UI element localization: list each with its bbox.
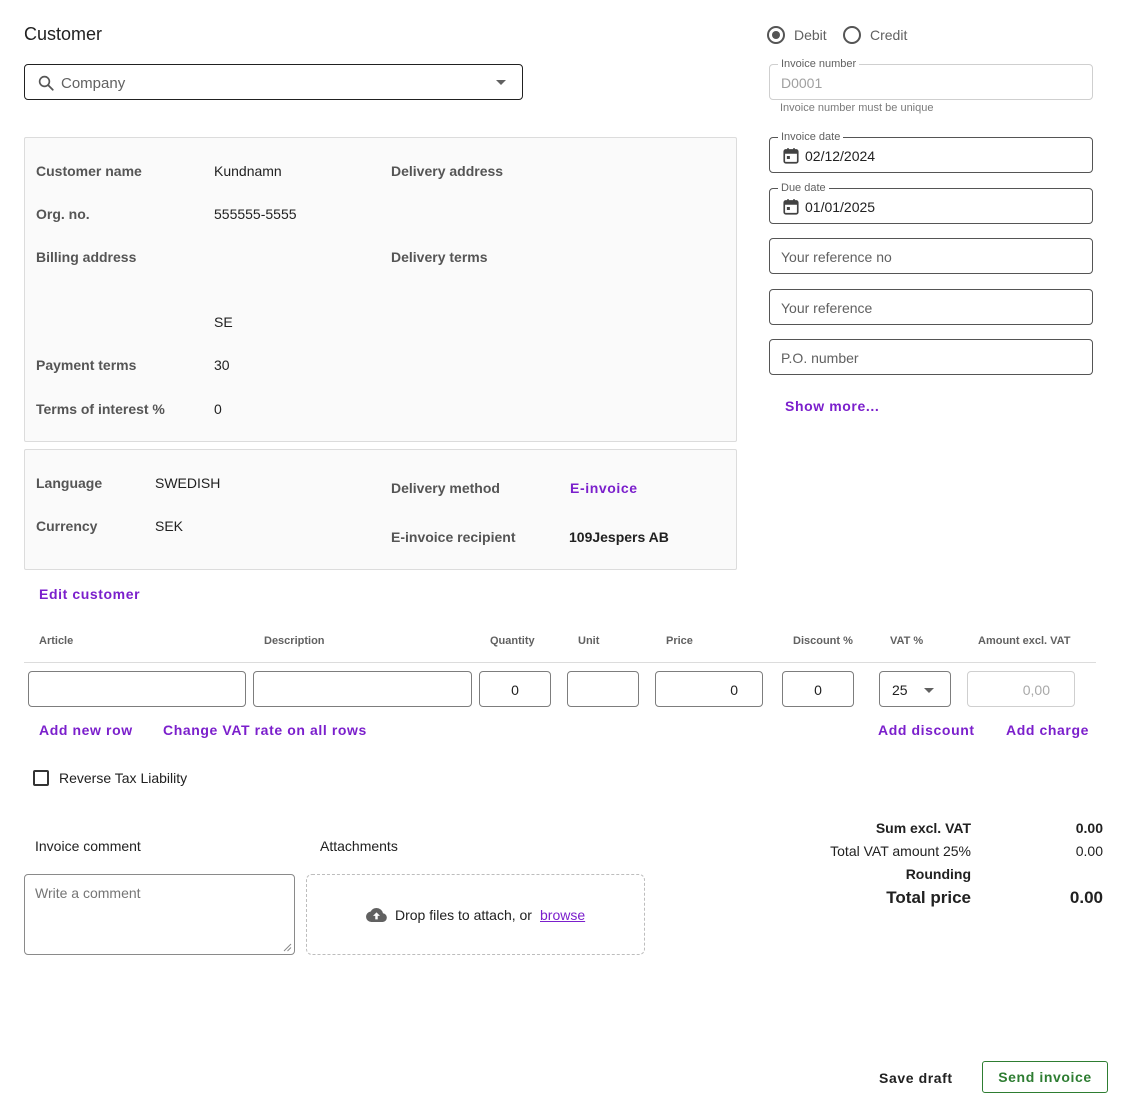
due-date-value: 01/01/2025 <box>805 199 876 215</box>
company-select[interactable]: Company <box>24 64 523 100</box>
resize-handle-icon[interactable] <box>283 943 292 952</box>
customer-name-label: Customer name <box>36 163 142 179</box>
send-invoice-button[interactable]: Send invoice <box>982 1061 1108 1093</box>
calendar-icon[interactable] <box>782 147 800 165</box>
article-input[interactable] <box>28 671 246 707</box>
th-vat: VAT % <box>890 635 924 647</box>
language-value: SWEDISH <box>155 475 221 491</box>
quantity-value: 0 <box>511 682 519 698</box>
delivery-method-link[interactable]: E-invoice <box>570 480 638 496</box>
invoice-comment-title: Invoice comment <box>35 838 141 854</box>
chevron-down-icon[interactable] <box>924 688 934 693</box>
customer-settings-panel: Language SWEDISH Currency SEK Delivery m… <box>24 449 737 570</box>
invoice-comment-textarea[interactable]: Write a comment <box>24 874 295 955</box>
terms-of-interest-label: Terms of interest % <box>36 401 165 417</box>
debit-radio[interactable] <box>767 26 785 44</box>
invoice-number-legend: Invoice number <box>778 58 860 70</box>
price-value: 0 <box>730 682 738 698</box>
reverse-tax-checkbox[interactable] <box>33 770 49 786</box>
attachments-title: Attachments <box>320 838 398 854</box>
amount-field: 0,00 <box>967 671 1075 707</box>
currency-value: SEK <box>155 518 184 534</box>
delivery-method-label: Delivery method <box>391 480 500 496</box>
th-unit: Unit <box>578 635 600 647</box>
payment-terms-value: 30 <box>214 357 230 373</box>
credit-label: Credit <box>870 27 908 43</box>
einvoice-recipient-label: E-invoice recipient <box>391 529 516 545</box>
vat-select[interactable]: 25 <box>879 671 951 707</box>
reverse-tax-label: Reverse Tax Liability <box>59 770 188 786</box>
billing-country: SE <box>214 314 233 330</box>
invoice-date-value: 02/12/2024 <box>805 148 876 164</box>
billing-address-label: Billing address <box>36 249 137 265</box>
drop-files-text: Drop files to attach, or <box>395 907 532 923</box>
total-vat-value: 0.00 <box>1075 843 1103 859</box>
th-amount: Amount excl. VAT <box>978 635 1071 647</box>
payment-terms-label: Payment terms <box>36 357 137 373</box>
save-draft-button[interactable]: Save draft <box>879 1070 953 1086</box>
invoice-number-value: D0001 <box>781 75 823 91</box>
add-new-row-link[interactable]: Add new row <box>39 722 133 738</box>
total-price-label: Total price <box>886 888 971 907</box>
org-no-label: Org. no. <box>36 206 90 222</box>
company-placeholder: Company <box>61 75 126 92</box>
add-charge-link[interactable]: Add charge <box>1006 722 1089 738</box>
change-vat-link[interactable]: Change VAT rate on all rows <box>163 722 367 738</box>
total-vat-label: Total VAT amount 25% <box>830 843 971 859</box>
add-discount-link[interactable]: Add discount <box>878 722 975 738</box>
attachment-dropzone[interactable]: Drop files to attach, or browse <box>306 874 645 955</box>
due-date-field[interactable]: Due date 01/01/2025 <box>769 182 1093 224</box>
reference-placeholder: Your reference <box>781 300 873 316</box>
customer-title: Customer <box>24 24 103 44</box>
th-article: Article <box>39 635 74 647</box>
org-no-value: 555555-5555 <box>214 206 297 222</box>
th-discount: Discount % <box>793 635 853 647</box>
cloud-upload-icon <box>366 907 387 922</box>
amount-value: 0,00 <box>1022 682 1050 698</box>
debit-label: Debit <box>794 27 827 43</box>
calendar-icon[interactable] <box>782 198 800 216</box>
th-description: Description <box>264 635 325 647</box>
reference-no-input[interactable]: Your reference no <box>769 238 1093 274</box>
search-icon <box>38 75 54 91</box>
invoice-number-helper: Invoice number must be unique <box>780 102 934 114</box>
sum-excl-vat-value: 0.00 <box>1075 820 1103 836</box>
po-number-input[interactable]: P.O. number <box>769 339 1093 375</box>
due-date-legend: Due date <box>778 182 829 194</box>
th-price: Price <box>666 635 693 647</box>
total-price-value: 0.00 <box>1069 888 1103 907</box>
reference-no-placeholder: Your reference no <box>781 249 892 265</box>
price-input[interactable]: 0 <box>655 671 763 707</box>
table-header-divider <box>24 662 1096 663</box>
browse-link[interactable]: browse <box>540 907 585 923</box>
vat-value: 25 <box>892 682 908 698</box>
language-label: Language <box>36 475 103 491</box>
unit-input[interactable] <box>567 671 639 707</box>
terms-of-interest-value: 0 <box>214 401 222 417</box>
invoice-number-field[interactable]: Invoice number D0001 <box>769 58 1093 100</box>
delivery-address-label: Delivery address <box>391 163 504 179</box>
rounding-label: Rounding <box>905 866 971 882</box>
credit-radio[interactable] <box>843 26 861 44</box>
po-number-placeholder: P.O. number <box>781 350 859 366</box>
edit-customer-link[interactable]: Edit customer <box>39 586 140 602</box>
quantity-input[interactable]: 0 <box>479 671 551 707</box>
currency-label: Currency <box>36 518 98 534</box>
customer-name-value: Kundnamn <box>214 163 282 179</box>
reference-input[interactable]: Your reference <box>769 289 1093 325</box>
description-input[interactable] <box>253 671 472 707</box>
chevron-down-icon[interactable] <box>496 80 506 85</box>
discount-value: 0 <box>814 682 822 698</box>
customer-info-panel: Customer name Kundnamn Org. no. 555555-5… <box>24 137 737 442</box>
discount-input[interactable]: 0 <box>782 671 854 707</box>
invoice-date-legend: Invoice date <box>778 131 844 143</box>
invoice-date-field[interactable]: Invoice date 02/12/2024 <box>769 131 1093 173</box>
show-more-link[interactable]: Show more... <box>785 398 879 414</box>
delivery-terms-label: Delivery terms <box>391 249 488 265</box>
einvoice-recipient-value: 109Jespers AB <box>569 529 669 545</box>
th-quantity: Quantity <box>490 635 535 647</box>
comment-placeholder: Write a comment <box>35 885 141 901</box>
sum-excl-vat-label: Sum excl. VAT <box>875 820 971 836</box>
